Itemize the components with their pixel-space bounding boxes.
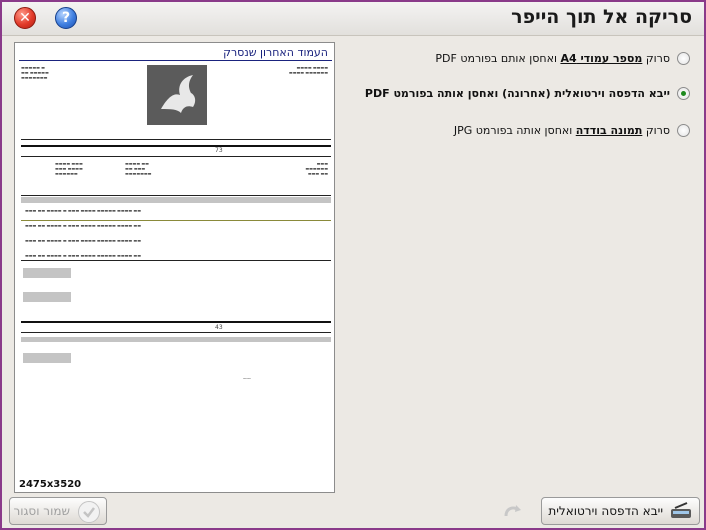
preview-size-label: 2475x3520 bbox=[19, 479, 82, 490]
import-virtual-print-button[interactable]: ייבא הדפסה וירטואלית bbox=[541, 497, 700, 525]
preview-title-underline bbox=[19, 60, 332, 61]
preview-sender-text: ▬▬▬▬▬ ▬ ▬▬ ▬▬▬▬▬ ▬▬▬▬▬▬▬ bbox=[21, 65, 49, 80]
option-import-virtual-print-pdf[interactable]: ייבא הדפסה וירטואלית (אחרונה) ואחסן אותה… bbox=[330, 84, 690, 104]
preview-total-box bbox=[23, 268, 71, 278]
preview-line bbox=[21, 195, 331, 196]
preview-shipment-no: 73 bbox=[215, 147, 223, 154]
preview-table-header bbox=[21, 337, 331, 342]
preview-block-text: ▬▬▬▬ ▬▬ ▬▬ ▬▬▬ ▬▬▬▬▬▬▬ bbox=[125, 161, 152, 176]
scan-preview: העמוד האחרון שנסרק ▬▬▬▬▬ ▬ ▬▬ ▬▬▬▬▬ ▬▬▬▬▬▬… bbox=[14, 42, 335, 493]
checkmark-icon bbox=[78, 501, 100, 523]
option-scan-image-jpg[interactable]: סרוק תמונה בודדה ואחסן אותה בפורמט JPG bbox=[330, 121, 690, 141]
preview-receiver-text: ▬▬▬▬ ▬▬▬▬ ▬▬▬▬ ▬▬▬▬▬▬ bbox=[288, 65, 328, 75]
help-icon[interactable]: ? bbox=[55, 7, 77, 29]
redo-icon[interactable] bbox=[502, 500, 524, 522]
option-scan-a4-pdf[interactable]: סרוק מספר עמודי A4 ואחסן אותם בפורמט PDF bbox=[330, 49, 690, 69]
radio-scan-a4-pdf[interactable] bbox=[677, 52, 690, 65]
close-icon[interactable]: ✕ bbox=[14, 7, 36, 29]
title-bar: ✕ ? סריקה אל תוך הייפר bbox=[2, 2, 704, 36]
preview-thick-line bbox=[21, 321, 331, 323]
window-title: סריקה אל תוך הייפר bbox=[511, 6, 692, 28]
preview-total-box bbox=[23, 353, 71, 363]
preview-line bbox=[21, 139, 331, 140]
radio-import-virtual-print-pdf[interactable] bbox=[677, 87, 690, 100]
close-glyph: ✕ bbox=[19, 10, 31, 26]
preview-line bbox=[21, 332, 331, 333]
scanner-icon bbox=[669, 501, 693, 521]
preview-block-text: ▬▬▬▬ ▬▬▬ ▬▬▬ ▬▬▬▬ ▬▬▬▬▬▬ bbox=[55, 161, 83, 176]
preview-table-header bbox=[21, 197, 331, 203]
save-button-label: שמור וסגור bbox=[13, 504, 70, 518]
help-glyph: ? bbox=[61, 10, 71, 26]
preview-table-rows: ▬▬▬ ▬▬ ▬▬▬▬ ▬ ▬▬▬ ▬▬▬▬ ▬▬▬▬▬ ▬▬▬▬ ▬▬ ▬▬▬ … bbox=[25, 208, 141, 258]
option-import-virtual-print-pdf-label: ייבא הדפסה וירטואלית (אחרונה) ואחסן אותה… bbox=[364, 87, 670, 100]
radio-scan-image-jpg[interactable] bbox=[677, 124, 690, 137]
preview-signature: ～～ bbox=[243, 376, 251, 381]
import-button-label: ייבא הדפסה וירטואלית bbox=[548, 504, 663, 518]
preview-total-box bbox=[23, 292, 71, 302]
preview-block-text: ▬▬▬ ▬▬▬▬▬▬ ▬▬▬ ▬▬ bbox=[305, 161, 328, 176]
scan-dialog-window: ✕ ? סריקה אל תוך הייפר העמוד האחרון שנסר… bbox=[0, 0, 706, 530]
preview-line bbox=[21, 260, 331, 261]
save-and-close-button[interactable]: שמור וסגור bbox=[9, 497, 107, 525]
preview-thick-line bbox=[21, 145, 331, 147]
preview-doc-title: העמוד האחרון שנסרק bbox=[223, 46, 328, 59]
preview-line bbox=[21, 156, 331, 157]
option-scan-a4-pdf-label: סרוק מספר עמודי A4 ואחסן אותם בפורמט PDF bbox=[435, 52, 670, 65]
option-scan-image-jpg-label: סרוק תמונה בודדה ואחסן אותה בפורמט JPG bbox=[453, 124, 670, 137]
preview-shipment-no-2: 43 bbox=[215, 324, 223, 331]
bird-logo-icon bbox=[147, 65, 207, 125]
